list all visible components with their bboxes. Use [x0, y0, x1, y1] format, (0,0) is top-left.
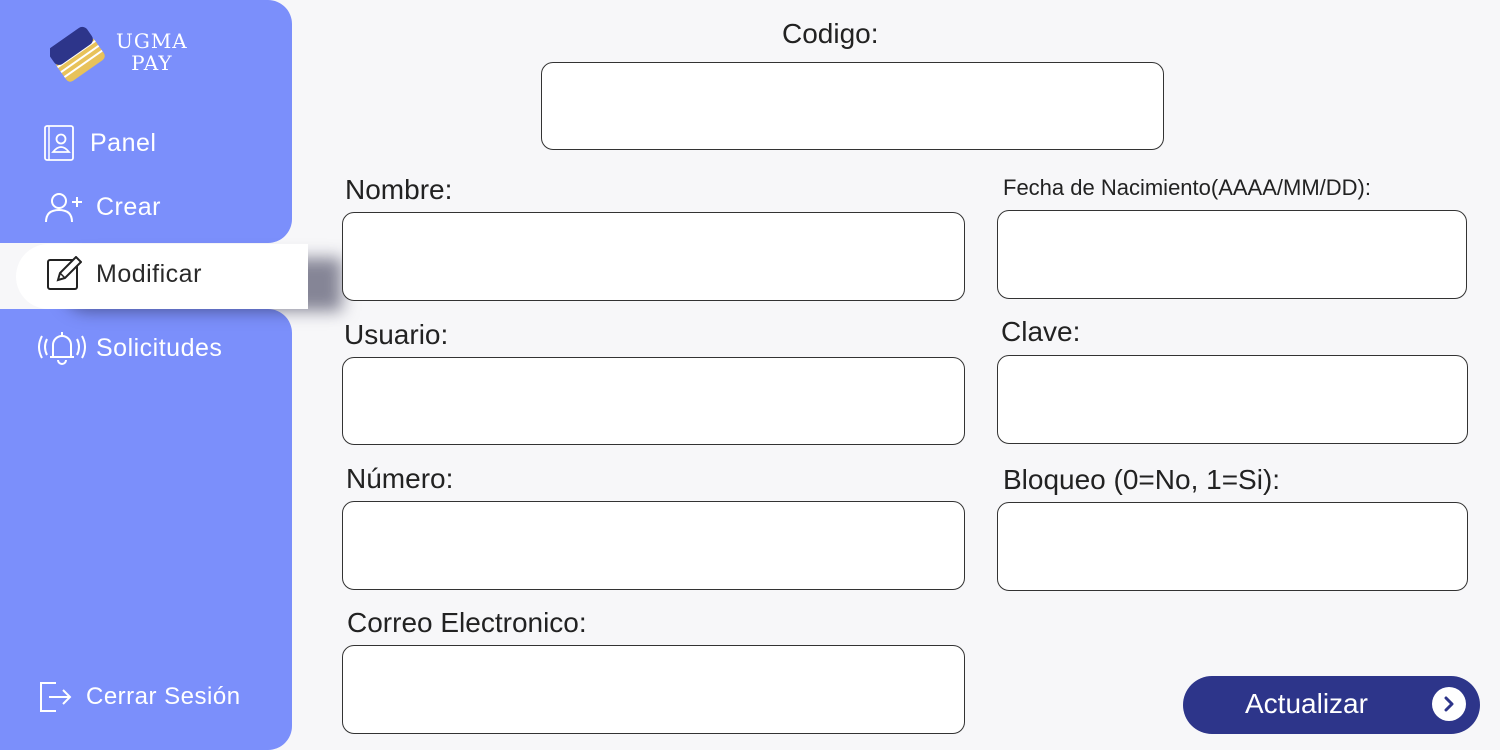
fecha-nacimiento-field[interactable]	[997, 210, 1467, 299]
brand-line1: UGMA	[116, 29, 188, 53]
bloqueo-label: Bloqueo (0=No, 1=Si):	[1003, 464, 1281, 495]
usuario-label: Usuario:	[344, 319, 449, 350]
logout-label: Cerrar Sesión	[86, 683, 241, 710]
add-user-icon	[44, 190, 82, 224]
contact-card-icon	[42, 124, 76, 162]
codigo-field[interactable]	[541, 62, 1164, 150]
logout-icon	[38, 680, 72, 714]
bell-ringing-icon	[38, 329, 86, 367]
sidebar-item-label: Modificar	[96, 259, 202, 288]
sidebar-item-panel[interactable]: Panel	[42, 124, 156, 162]
codigo-label: Codigo:	[782, 18, 879, 49]
brand-name: UGMA PAY	[116, 30, 188, 74]
brand-line2: PAY	[131, 51, 173, 75]
numero-label: Número:	[346, 463, 454, 494]
fecha-nacimiento-label: Fecha de Nacimiento(AAAA/MM/DD):	[1003, 175, 1371, 200]
usuario-field[interactable]	[342, 357, 965, 445]
chevron-right-icon	[1432, 687, 1466, 721]
actualizar-label: Actualizar	[1245, 688, 1368, 719]
sidebar-item-label: Panel	[90, 128, 157, 157]
nombre-label: Nombre:	[345, 174, 453, 205]
nombre-field[interactable]	[342, 212, 965, 301]
numero-field[interactable]	[342, 501, 965, 590]
actualizar-button[interactable]: Actualizar	[1183, 676, 1480, 734]
sidebar-item-label: Crear	[96, 192, 162, 221]
clave-label: Clave:	[1001, 316, 1081, 347]
sidebar-item-crear[interactable]: Crear	[44, 190, 161, 224]
clave-field[interactable]	[997, 355, 1468, 444]
card-stack-logo	[48, 26, 105, 82]
correo-field[interactable]	[342, 645, 965, 734]
logout-button[interactable]: Cerrar Sesión	[38, 680, 241, 714]
sidebar-item-solicitudes[interactable]: Solicitudes	[38, 329, 222, 367]
sidebar-item-modificar[interactable]: Modificar	[46, 256, 202, 292]
correo-label: Correo Electronico:	[347, 607, 587, 638]
bloqueo-field[interactable]	[997, 502, 1468, 591]
sidebar: UGMA PAY Panel Crear Modificar Solicitud…	[0, 0, 308, 750]
edit-icon	[46, 256, 82, 292]
sidebar-item-label: Solicitudes	[96, 333, 223, 362]
